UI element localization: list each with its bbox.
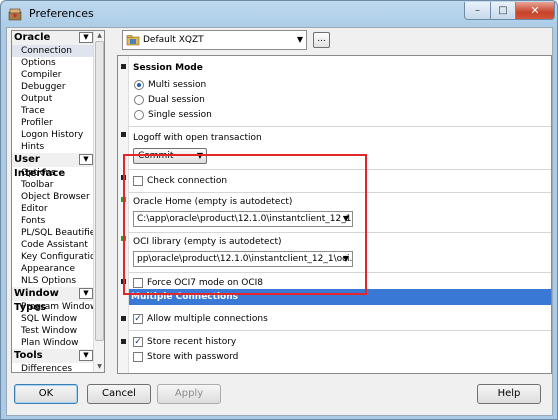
maximize-icon: □ xyxy=(498,5,508,16)
category-tree[interactable]: Oracle ▼ Connection Options Compiler Debu… xyxy=(11,30,105,373)
allow-multiple-connections-checkbox[interactable]: ✓ xyxy=(133,314,143,324)
scroll-thumb[interactable] xyxy=(95,41,104,341)
minimize-icon: – xyxy=(475,5,480,16)
nav-item-output[interactable]: Output xyxy=(12,93,94,105)
minimize-button[interactable]: – xyxy=(464,2,491,20)
nav-item-plsql-beautifier[interactable]: PL/SQL Beautifier xyxy=(12,227,99,239)
chevron-down-icon[interactable]: ▼ xyxy=(79,350,93,361)
radio-multi-session[interactable] xyxy=(134,80,144,90)
nav-group-oracle[interactable]: Oracle ▼ xyxy=(12,31,94,45)
chevron-down-icon[interactable]: ▼ xyxy=(79,32,93,43)
nav-item-differences[interactable]: Differences xyxy=(12,363,94,372)
session-mode-title: Session Mode xyxy=(133,63,203,73)
store-recent-history-checkbox[interactable]: ✓ xyxy=(133,337,143,347)
scroll-up-icon[interactable]: ▲ xyxy=(94,31,104,41)
allow-multiple-connections-label: Allow multiple connections xyxy=(147,314,268,324)
close-button[interactable]: ✕ xyxy=(515,2,555,20)
chevron-down-icon: ▼ xyxy=(296,35,303,44)
chevron-down-icon[interactable]: ▼ xyxy=(79,288,93,299)
folder-icon xyxy=(126,35,140,46)
chevron-down-icon[interactable]: ▼ xyxy=(79,154,93,165)
store-with-password-label: Store with password xyxy=(147,352,239,362)
nav-scrollbar[interactable]: ▲ ▼ xyxy=(93,31,104,372)
nav-item-key-configuration[interactable]: Key Configuration xyxy=(12,251,101,263)
title-bar: Preferences – □ ✕ xyxy=(1,1,557,27)
window-title: Preferences xyxy=(29,7,94,20)
nav-item-plan-window[interactable]: Plan Window xyxy=(12,337,94,349)
nav-group-window-types[interactable]: Window Types ▼ xyxy=(12,287,94,313)
radio-single-session-label: Single session xyxy=(148,110,212,120)
nav-group-tools[interactable]: Tools ▼ xyxy=(12,349,94,363)
ok-button[interactable]: OK xyxy=(14,384,78,404)
bullet-icon xyxy=(121,316,126,321)
nav-item-nls-options[interactable]: NLS Options xyxy=(12,275,94,287)
logoff-label: Logoff with open transaction xyxy=(133,133,262,143)
divider xyxy=(129,330,551,331)
radio-dual-session-label: Dual session xyxy=(148,95,205,105)
bullet-icon xyxy=(121,339,126,344)
profile-value: Default XQZT xyxy=(143,35,204,45)
close-icon: ✕ xyxy=(530,4,540,17)
category-list: Oracle ▼ Connection Options Compiler Debu… xyxy=(12,31,101,372)
store-recent-history-label: Store recent history xyxy=(147,337,237,347)
store-with-password-checkbox[interactable] xyxy=(133,352,143,362)
dialog-client: Oracle ▼ Connection Options Compiler Debu… xyxy=(6,27,553,416)
maximize-button[interactable]: □ xyxy=(490,2,516,20)
nav-item-debugger[interactable]: Debugger xyxy=(12,81,94,93)
profile-row: Default XQZT ▼ ... xyxy=(122,30,552,52)
nav-item-options[interactable]: Options xyxy=(12,57,94,69)
profile-select[interactable]: Default XQZT ▼ xyxy=(122,30,307,50)
nav-item-editor[interactable]: Editor xyxy=(12,203,94,215)
nav-item-fonts[interactable]: Fonts xyxy=(12,215,94,227)
radio-single-session[interactable] xyxy=(134,110,144,120)
apply-button[interactable]: Apply xyxy=(157,384,221,404)
radio-multi-session-label: Multi session xyxy=(148,80,207,90)
bullet-icon xyxy=(121,64,126,69)
highlight-box xyxy=(123,154,367,295)
nav-item-object-browser[interactable]: Object Browser xyxy=(12,191,94,203)
nav-item-trace[interactable]: Trace xyxy=(12,105,94,117)
nav-item-appearance[interactable]: Appearance xyxy=(12,263,94,275)
nav-item-hints[interactable]: Hints xyxy=(12,141,94,153)
scroll-down-icon[interactable]: ▼ xyxy=(94,362,104,372)
help-button[interactable]: Help xyxy=(477,384,541,404)
preferences-window: Preferences – □ ✕ Oracle ▼ Connection Opt… xyxy=(0,0,558,420)
nav-item-compiler[interactable]: Compiler xyxy=(12,69,94,81)
divider xyxy=(129,126,551,127)
bullet-icon xyxy=(121,132,126,137)
app-icon xyxy=(8,8,22,21)
nav-item-code-assistant[interactable]: Code Assistant xyxy=(12,239,94,251)
nav-item-test-window[interactable]: Test Window xyxy=(12,325,94,337)
cancel-button[interactable]: Cancel xyxy=(87,384,151,404)
nav-group-user-interface[interactable]: User Interface ▼ xyxy=(12,153,94,179)
profile-more-button[interactable]: ... xyxy=(313,32,330,48)
nav-item-profiler[interactable]: Profiler xyxy=(12,117,94,129)
radio-dual-session[interactable] xyxy=(134,95,144,105)
nav-item-logon-history[interactable]: Logon History xyxy=(12,129,94,141)
nav-item-connection[interactable]: Connection xyxy=(12,45,94,57)
